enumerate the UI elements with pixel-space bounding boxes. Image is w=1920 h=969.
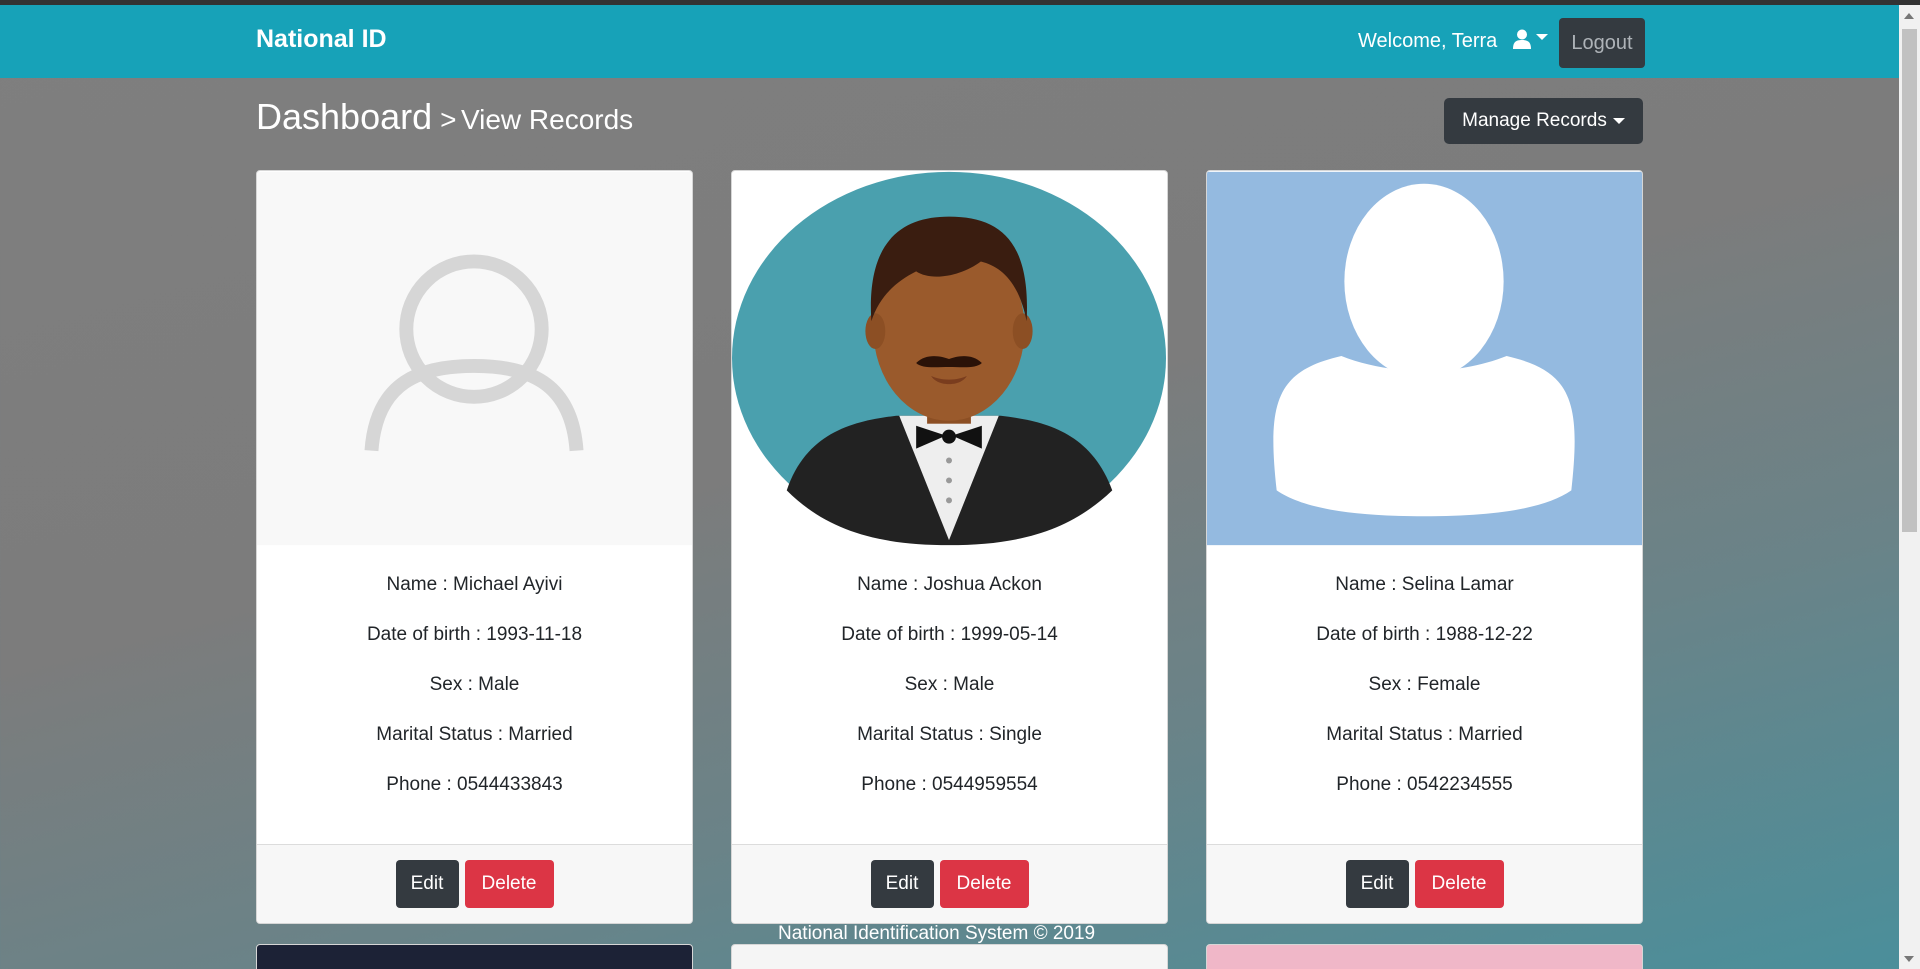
brand-link[interactable]: National ID xyxy=(256,25,387,54)
record-phone: Phone : 0544433843 xyxy=(386,774,563,795)
record-name: Name : Selina Lamar xyxy=(1335,574,1514,595)
man-tuxedo-avatar-image xyxy=(732,171,1167,546)
record-card: Name : Selina Lamar Date of birth : 1988… xyxy=(1206,170,1643,924)
record-name: Name : Joshua Ackon xyxy=(857,574,1042,595)
record-dob: Date of birth : 1999-05-14 xyxy=(841,624,1058,645)
record-phone: Phone : 0542234555 xyxy=(1336,774,1513,795)
navbar: National ID Welcome, Terra Logout xyxy=(0,5,1899,78)
scroll-down-arrow-icon[interactable] xyxy=(1904,956,1914,962)
manage-records-label: Manage Records xyxy=(1462,110,1607,131)
delete-button[interactable]: Delete xyxy=(939,860,1029,908)
record-marital-status: Marital Status : Married xyxy=(376,724,573,745)
record-dob: Date of birth : 1988-12-22 xyxy=(1316,624,1533,645)
welcome-text: Welcome, Terra xyxy=(1358,30,1498,52)
scrollbar[interactable] xyxy=(1899,5,1920,969)
delete-button[interactable]: Delete xyxy=(464,860,554,908)
record-marital-status: Marital Status : Single xyxy=(857,724,1042,745)
record-phone: Phone : 0544959554 xyxy=(861,774,1038,795)
edit-button[interactable]: Edit xyxy=(870,860,934,908)
manage-records-dropdown[interactable]: Manage Records xyxy=(1444,98,1643,144)
breadcrumb-separator: > xyxy=(440,104,457,135)
record-card-partial xyxy=(256,944,693,969)
record-sex: Sex : Male xyxy=(904,674,995,695)
user-dropdown[interactable] xyxy=(1512,29,1548,49)
record-card-partial xyxy=(1206,944,1643,969)
edit-button[interactable]: Edit xyxy=(1345,860,1409,908)
silhouette-avatar-image xyxy=(1207,171,1642,546)
user-icon xyxy=(1513,29,1531,49)
chevron-down-icon xyxy=(1612,118,1625,124)
record-sex: Sex : Female xyxy=(1368,674,1481,695)
record-card: Name : Michael Ayivi Date of birth : 199… xyxy=(256,170,693,924)
page-subtitle: View Records xyxy=(460,104,634,135)
scroll-up-arrow-icon[interactable] xyxy=(1904,13,1914,19)
record-card-partial xyxy=(731,944,1168,969)
footer-copyright: National Identification System © 2019 xyxy=(778,923,1096,944)
card-footer: Edit Delete xyxy=(257,844,692,923)
card-footer: Edit Delete xyxy=(1207,844,1642,923)
record-card: Name : Joshua Ackon Date of birth : 1999… xyxy=(731,170,1168,924)
record-dob: Date of birth : 1993-11-18 xyxy=(366,624,583,645)
edit-button[interactable]: Edit xyxy=(395,860,459,908)
logout-button[interactable]: Logout xyxy=(1559,18,1645,68)
page-title: Dashboard xyxy=(256,96,433,137)
record-sex: Sex : Male xyxy=(429,674,520,695)
default-avatar-image xyxy=(257,171,692,546)
breadcrumb: Dashboard > View Records xyxy=(256,96,633,138)
chevron-down-icon xyxy=(1536,34,1548,40)
card-footer: Edit Delete xyxy=(732,844,1167,923)
record-marital-status: Marital Status : Married xyxy=(1326,724,1523,745)
delete-button[interactable]: Delete xyxy=(1414,860,1504,908)
record-name: Name : Michael Ayivi xyxy=(386,574,563,595)
scrollbar-thumb[interactable] xyxy=(1902,29,1917,532)
